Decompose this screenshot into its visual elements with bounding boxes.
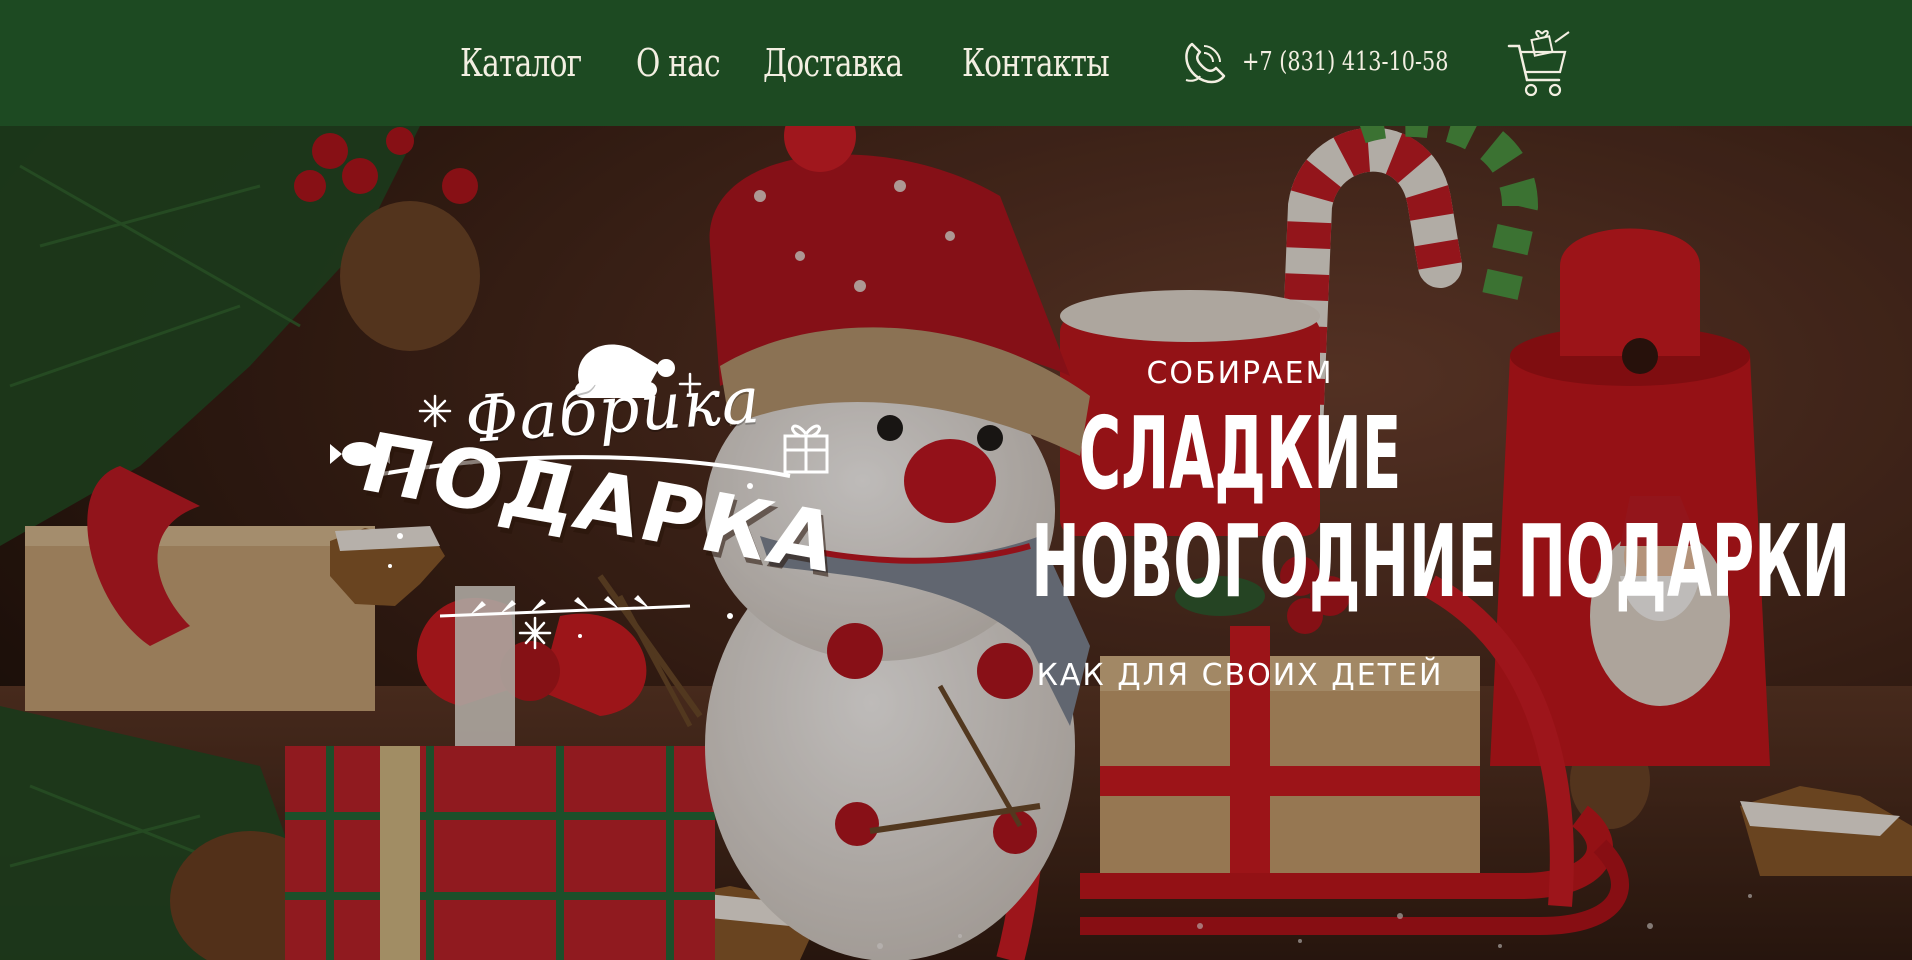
hero-title-line-2: НОВОГОДНИЕ ПОДАРКИ (1031, 503, 1851, 620)
nav-catalog-link[interactable]: Каталог (460, 41, 582, 85)
site-logo[interactable]: Фабрика ПОДАРКА (330, 326, 849, 656)
site-header: Каталог О нас Доставка Контакты +7 (831)… (0, 0, 1912, 126)
nav-contacts-link[interactable]: Контакты (962, 41, 1110, 85)
phone-contact[interactable]: +7 (831) 413-10-58 (1178, 36, 1500, 88)
phone-number[interactable]: +7 (831) 413-10-58 (1242, 47, 1449, 77)
nav-delivery-link[interactable]: Доставка (763, 41, 903, 85)
main-nav: Каталог О нас Доставка Контакты (460, 0, 1110, 126)
nav-about-link[interactable]: О нас (636, 41, 721, 85)
hero-title-line-1: СЛАДКИЕ (1078, 395, 1402, 512)
cart-icon[interactable] (1505, 28, 1573, 104)
hero-subtitle-bottom: КАК ДЛЯ СВОИХ ДЕТЕЙ (1036, 658, 1444, 693)
phone-icon (1178, 36, 1230, 88)
hero-banner: Фабрика ПОДАРКА СОБИРАЕМ СЛАДКИЕ НОВОГОД… (0, 126, 1912, 960)
hero-headline: СОБИРАЕМ СЛАДКИЕ НОВОГОДНИЕ ПОДАРКИ КАК … (880, 352, 1851, 693)
page: Каталог О нас Доставка Контакты +7 (831)… (0, 0, 1912, 960)
hero-subtitle-top: СОБИРАЕМ (1146, 356, 1334, 391)
hero-title: СЛАДКИЕ НОВОГОДНИЕ ПОДАРКИ (1031, 395, 1851, 620)
